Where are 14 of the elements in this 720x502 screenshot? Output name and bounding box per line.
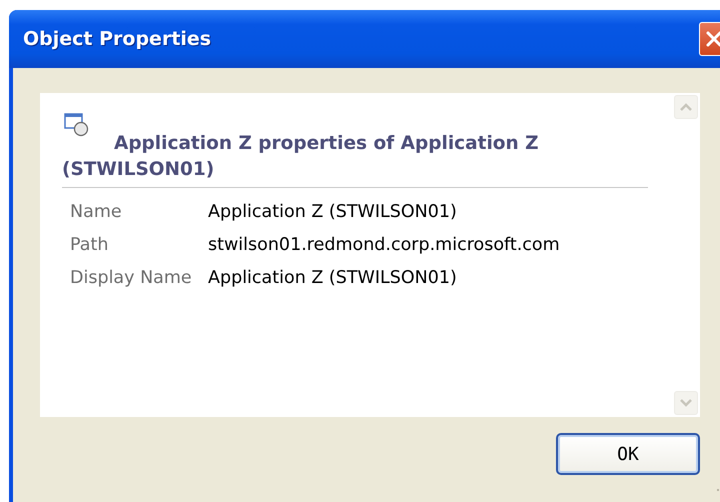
properties-heading: Application Z properties of Application Z (STWILSON01) [62,132,540,182]
property-label: Path [70,234,110,257]
scroll-down-button[interactable] [674,391,698,415]
property-value: Application Z (STWILSON01) [208,267,457,290]
scrollbar[interactable] [674,93,700,417]
property-value: stwilson01.redmond.corp.microsoft.com [208,234,560,257]
ok-button[interactable]: OK [556,433,700,475]
property-label: Display Name [70,267,193,290]
window-title: Object Properties [23,28,212,50]
application-icon [64,113,90,137]
property-value: Application Z (STWILSON01) [208,201,457,224]
scroll-up-button[interactable] [674,95,698,119]
close-button[interactable] [699,22,720,56]
property-label: Name [70,201,123,224]
